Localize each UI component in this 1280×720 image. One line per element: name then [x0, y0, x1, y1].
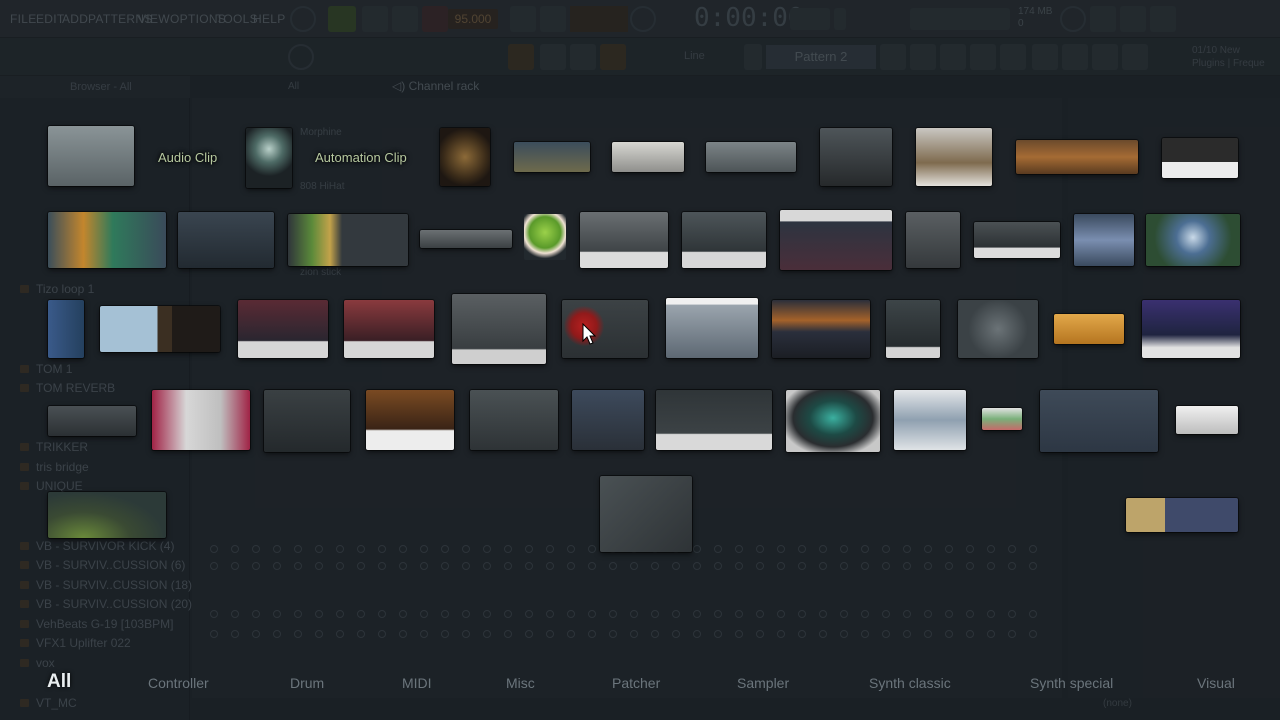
- plugin-thumbnail[interactable]: [1126, 498, 1238, 532]
- plugin-thumbnail[interactable]: [440, 128, 490, 186]
- plugin-thumbnail[interactable]: [612, 142, 684, 172]
- plugin-thumbnail[interactable]: [1016, 140, 1138, 174]
- plugin-thumbnail[interactable]: [916, 128, 992, 186]
- plugin-thumbnail[interactable]: [982, 408, 1022, 430]
- plugin-thumbnail[interactable]: [572, 390, 644, 450]
- plugin-thumbnail[interactable]: [344, 300, 434, 358]
- plugin-thumbnail[interactable]: [238, 300, 328, 358]
- plugin-picker-overlay: Audio Clip Automation Clip All Controlle…: [0, 0, 1280, 720]
- plugin-thumbnail[interactable]: [600, 476, 692, 552]
- plugin-thumbnail[interactable]: [288, 214, 408, 266]
- category-midi[interactable]: MIDI: [402, 675, 432, 691]
- plugin-thumbnail[interactable]: [246, 128, 292, 188]
- plugin-thumbnail[interactable]: [48, 300, 84, 358]
- category-drum[interactable]: Drum: [290, 675, 324, 691]
- plugin-thumbnail[interactable]: [514, 142, 590, 172]
- plugin-thumbnail[interactable]: [894, 390, 966, 450]
- plugin-thumbnail[interactable]: [786, 390, 880, 452]
- plugin-thumbnail[interactable]: [656, 390, 772, 450]
- plugin-thumbnail[interactable]: [524, 214, 566, 260]
- plugin-thumbnail[interactable]: [1040, 390, 1158, 452]
- plugin-thumbnail[interactable]: [1162, 138, 1238, 178]
- plugin-thumbnail[interactable]: [906, 212, 960, 268]
- plugin-thumbnail[interactable]: [48, 406, 136, 436]
- category-synth-special[interactable]: Synth special: [1030, 675, 1113, 691]
- category-sampler[interactable]: Sampler: [737, 675, 789, 691]
- plugin-thumbnail[interactable]: [178, 212, 274, 268]
- category-patcher[interactable]: Patcher: [612, 675, 660, 691]
- category-synth-classic[interactable]: Synth classic: [869, 675, 951, 691]
- plugin-thumbnail[interactable]: [264, 390, 350, 452]
- plugin-thumbnail[interactable]: [48, 492, 166, 538]
- plugin-thumbnail[interactable]: [580, 212, 668, 268]
- plugin-thumbnail[interactable]: [1054, 314, 1124, 344]
- plugin-thumbnail[interactable]: [886, 300, 940, 358]
- audio-clip-label[interactable]: Audio Clip: [158, 150, 217, 165]
- plugin-thumbnail[interactable]: [1074, 214, 1134, 266]
- plugin-thumbnail[interactable]: [1176, 406, 1238, 434]
- plugin-thumbnail[interactable]: [820, 128, 892, 186]
- plugin-thumbnail[interactable]: [682, 212, 766, 268]
- automation-clip-label[interactable]: Automation Clip: [315, 150, 407, 165]
- plugin-thumbnail[interactable]: [100, 306, 220, 352]
- plugin-thumbnail[interactable]: [958, 300, 1038, 358]
- plugin-thumbnail[interactable]: [470, 390, 558, 450]
- category-misc[interactable]: Misc: [506, 675, 535, 691]
- category-controller[interactable]: Controller: [148, 675, 209, 691]
- plugin-thumbnail[interactable]: [48, 212, 166, 268]
- plugin-thumbnail[interactable]: [152, 390, 250, 450]
- plugin-thumbnail[interactable]: [420, 230, 512, 248]
- plugin-thumbnail[interactable]: [706, 142, 796, 172]
- plugin-thumbnail[interactable]: [1146, 214, 1240, 266]
- mouse-pointer-icon: [582, 323, 596, 345]
- plugin-thumbnail[interactable]: [772, 300, 870, 358]
- plugin-thumbnail[interactable]: [780, 210, 892, 270]
- plugin-thumbnail[interactable]: [1142, 300, 1240, 358]
- category-all[interactable]: All: [47, 671, 71, 693]
- plugin-thumbnail[interactable]: [366, 390, 454, 450]
- plugin-thumbnail[interactable]: [666, 298, 758, 358]
- plugin-thumbnail[interactable]: [452, 294, 546, 364]
- plugin-thumbnail[interactable]: [48, 126, 134, 186]
- plugin-category-bar: All Controller Drum MIDI Misc Patcher Sa…: [0, 664, 1280, 704]
- category-visual[interactable]: Visual: [1197, 675, 1235, 691]
- plugin-thumbnail[interactable]: [974, 222, 1060, 258]
